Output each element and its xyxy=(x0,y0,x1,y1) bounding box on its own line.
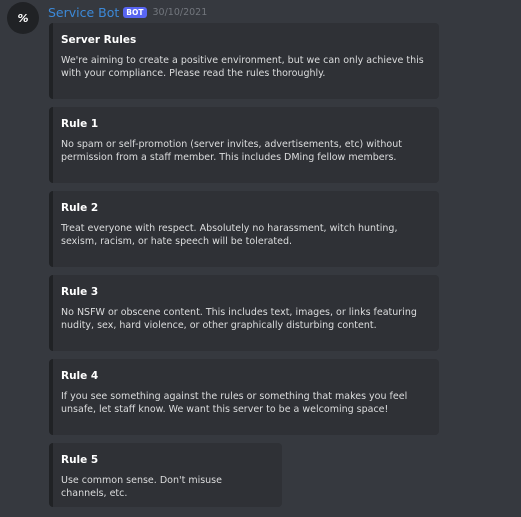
embed-description: Treat everyone with respect. Absolutely … xyxy=(61,223,398,247)
chat-message: % Service Bot BOT 30/10/2021 Server Rule… xyxy=(0,0,521,517)
embed-title: Rule 2 xyxy=(61,202,99,214)
embed-rule-1: Rule 1 No spam or self-promotion (server… xyxy=(49,107,439,183)
embed-title: Server Rules xyxy=(61,34,137,46)
embed-rule-5: Rule 5 Use common sense. Don't misuse ch… xyxy=(49,443,282,507)
message-timestamp[interactable]: 30/10/2021 xyxy=(153,7,208,18)
embed-rule-2: Rule 2 Treat everyone with respect. Abso… xyxy=(49,191,439,267)
embed-description: If you see something against the rules o… xyxy=(61,391,408,415)
embed-description: Use common sense. Don't misuse channels,… xyxy=(61,475,222,499)
embed-description: No NSFW or obscene content. This include… xyxy=(61,307,417,331)
embed-title: Rule 5 xyxy=(61,454,99,466)
bot-tag-badge: BOT xyxy=(123,6,147,18)
embed-rule-4: Rule 4 If you see something against the … xyxy=(49,359,439,435)
embed-rule-3: Rule 3 No NSFW or obscene content. This … xyxy=(49,275,439,351)
embed-description: No spam or self-promotion (server invite… xyxy=(61,139,402,163)
bot-avatar[interactable]: % xyxy=(7,2,39,34)
message-header: Service Bot BOT 30/10/2021 xyxy=(48,4,207,20)
embed-title: Rule 3 xyxy=(61,286,99,298)
embed-title: Rule 4 xyxy=(61,370,99,382)
embed-server-rules: Server Rules We're aiming to create a po… xyxy=(49,23,439,99)
author-name[interactable]: Service Bot xyxy=(48,5,119,20)
embed-title: Rule 1 xyxy=(61,118,99,130)
embed-description: We're aiming to create a positive enviro… xyxy=(61,55,424,79)
